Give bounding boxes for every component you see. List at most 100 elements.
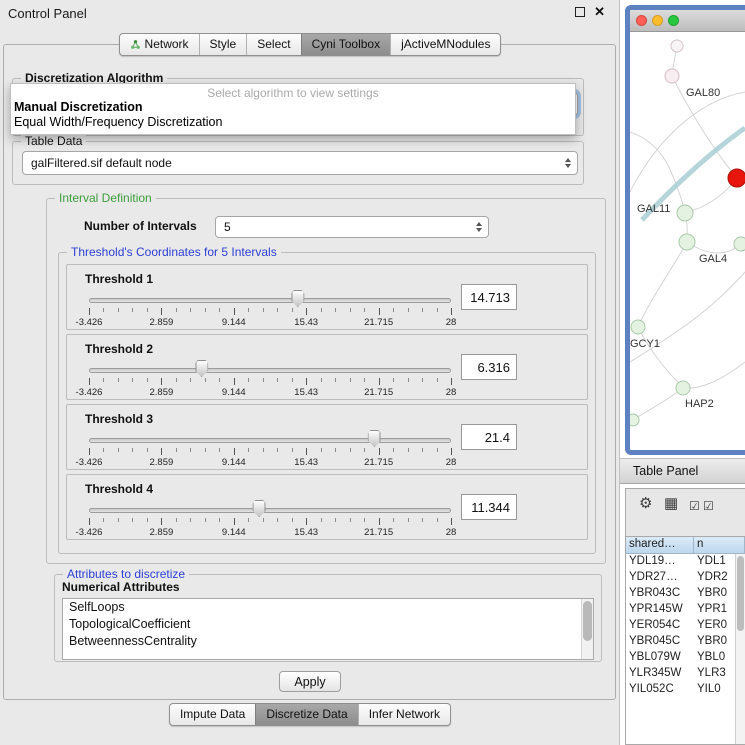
apply-button[interactable]: Apply <box>279 671 341 692</box>
float-window-icon[interactable] <box>575 7 585 17</box>
table-row[interactable]: YDR27…YDR2 <box>626 570 745 586</box>
table-row[interactable]: YPR145WYPR1 <box>626 602 745 618</box>
algorithm-option[interactable]: Manual Discretization <box>11 100 575 115</box>
node-table: shared… n YDL19…YDL1YDR27…YDR2YBR043CYBR… <box>626 536 745 744</box>
network-node[interactable] <box>665 69 679 83</box>
algorithm-option[interactable]: Equal Width/Frequency Discretization <box>11 115 575 130</box>
scrollbar-thumb[interactable] <box>737 556 744 631</box>
scrollbar-thumb[interactable] <box>583 601 592 641</box>
tab-style[interactable]: Style <box>199 34 247 55</box>
tab-network[interactable]: Network <box>120 34 199 55</box>
network-node-label: GAL11 <box>637 203 670 215</box>
table-row[interactable]: YBL079WYBL0 <box>626 650 745 666</box>
network-node[interactable] <box>728 169 745 187</box>
network-canvas[interactable]: GAL80GAL11GAL4GCY1HAP2 <box>630 32 745 449</box>
column-header-shared-name[interactable]: shared… <box>626 537 694 554</box>
tab-label: Style <box>210 37 237 51</box>
list-scrollbar[interactable] <box>581 599 593 659</box>
network-window-titlebar <box>630 10 745 32</box>
table-data-selected-value: galFiltered.sif default node <box>31 156 172 170</box>
numerical-attributes-list[interactable]: SelfLoopsTopologicalCoefficientBetweenne… <box>62 598 594 660</box>
bottom-tab-group: Impute Data Discretize Data Infer Network <box>169 703 451 726</box>
column-header-name[interactable]: n <box>694 537 745 554</box>
threshold-value-field[interactable]: 6.316 <box>461 354 517 380</box>
attribute-list-item[interactable]: BetweennessCentrality <box>63 633 593 650</box>
tab-impute-data[interactable]: Impute Data <box>170 704 255 725</box>
close-traffic-light-icon[interactable] <box>636 15 647 26</box>
minimize-traffic-light-icon[interactable] <box>652 15 663 26</box>
table-data-select[interactable]: galFiltered.sif default node <box>22 151 578 175</box>
threshold-value-field[interactable]: 14.713 <box>461 284 517 310</box>
panel-window-buttons: ✕ <box>575 6 605 18</box>
table-row[interactable]: YBR045CYBR0 <box>626 634 745 650</box>
table-panel-header: Table Panel <box>620 458 745 484</box>
network-node-label: GCY1 <box>630 338 660 350</box>
slider-thumb-icon[interactable] <box>253 500 266 517</box>
table-scrollbar[interactable] <box>735 554 745 744</box>
threshold-slider[interactable] <box>89 298 451 303</box>
slider-scale-labels: -3.4262.8599.14415.4321.71528 <box>89 387 451 398</box>
slider-scale-labels: -3.4262.8599.14415.4321.71528 <box>89 317 451 328</box>
table-row[interactable]: YBR043CYBR0 <box>626 586 745 602</box>
number-of-intervals-select[interactable]: 5 <box>215 216 489 238</box>
network-node[interactable] <box>679 234 695 250</box>
tab-cyni-toolbox[interactable]: Cyni Toolbox <box>301 34 390 55</box>
network-node-label: GAL80 <box>686 87 720 99</box>
attributes-group-title: Attributes to discretize <box>63 567 189 581</box>
network-node[interactable] <box>734 237 745 251</box>
panel-title: Control Panel <box>8 6 87 21</box>
network-node[interactable] <box>676 381 690 395</box>
slider-ticks <box>89 448 451 456</box>
checkbox-icon[interactable]: ☑ <box>689 498 700 514</box>
chevron-updown-icon <box>561 152 575 174</box>
right-panel-area: GAL80GAL11GAL4GCY1HAP2 Table Panel ⚙ ▦ ☑… <box>620 0 745 745</box>
table-data-group-title: Table Data <box>21 134 86 148</box>
attribute-items: SelfLoopsTopologicalCoefficientBetweenne… <box>63 599 593 650</box>
network-node[interactable] <box>631 320 645 334</box>
close-icon[interactable]: ✕ <box>594 6 605 18</box>
tab-select[interactable]: Select <box>246 34 300 55</box>
gear-icon[interactable]: ⚙ <box>639 496 652 512</box>
threshold-slider[interactable] <box>89 508 451 513</box>
slider-scale-labels: -3.4262.8599.14415.4321.71528 <box>89 457 451 468</box>
attribute-list-item[interactable]: SelfLoops <box>63 599 593 616</box>
threshold-slider[interactable] <box>89 438 451 443</box>
slider-thumb-icon[interactable] <box>291 290 304 307</box>
thresholds-group-title: Threshold's Coordinates for 5 Intervals <box>67 245 281 259</box>
number-of-intervals-label: Number of Intervals <box>84 219 197 233</box>
table-toolbar: ⚙ ▦ ☑ ☑ <box>626 489 745 536</box>
top-tab-bar: Network Style Select Cyni Toolbox jActiveMNo… <box>0 33 620 56</box>
tab-label: Impute Data <box>180 707 245 721</box>
threshold-slider[interactable] <box>89 368 451 373</box>
threshold-value-field[interactable]: 21.4 <box>461 424 517 450</box>
tab-label: jActiveMNodules <box>401 37 490 51</box>
columns-icon[interactable]: ▦ <box>664 496 678 512</box>
table-row[interactable]: YDL19…YDL1 <box>626 554 745 570</box>
slider-thumb-icon[interactable] <box>195 360 208 377</box>
table-row[interactable]: YLR345WYLR3 <box>626 666 745 682</box>
zoom-traffic-light-icon[interactable] <box>668 15 679 26</box>
attribute-list-item[interactable]: TopologicalCoefficient <box>63 616 593 633</box>
tab-label: Infer Network <box>369 707 440 721</box>
table-cell: YDR27… <box>626 570 694 586</box>
tab-infer-network[interactable]: Infer Network <box>358 704 450 725</box>
network-node[interactable] <box>630 414 639 426</box>
table-row[interactable]: YER054CYER0 <box>626 618 745 634</box>
slider-ticks <box>89 378 451 386</box>
table-cell: YPR145W <box>626 602 694 618</box>
table-panel-window: ⚙ ▦ ☑ ☑ shared… n YDL19…YDL1YDR27…YDR2YB… <box>625 488 745 745</box>
tab-label: Cyni Toolbox <box>312 37 380 51</box>
network-edges <box>630 46 745 420</box>
tab-label: Select <box>257 37 290 51</box>
checkbox-icon[interactable]: ☑ <box>703 498 714 514</box>
screen: Control Panel ✕ Network Style Select Cyni T… <box>0 0 745 745</box>
table-cell: YBR045C <box>626 634 694 650</box>
table-row[interactable]: YIL052CYIL0 <box>626 682 745 698</box>
tab-jactivemnodules[interactable]: jActiveMNodules <box>390 34 500 55</box>
network-node[interactable] <box>671 40 683 52</box>
network-node[interactable] <box>677 205 693 221</box>
popup-placeholder: Select algorithm to view settings <box>11 86 575 100</box>
slider-thumb-icon[interactable] <box>368 430 381 447</box>
threshold-value-field[interactable]: 11.344 <box>461 494 517 520</box>
tab-discretize-data[interactable]: Discretize Data <box>255 704 357 725</box>
